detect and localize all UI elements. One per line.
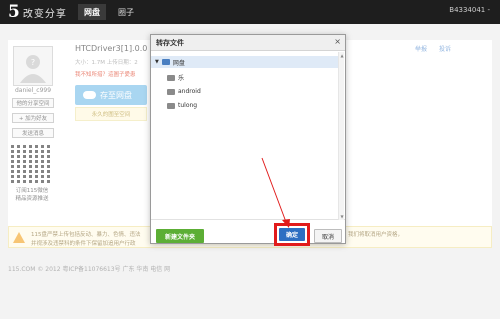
cancel-button[interactable]: 取消: [314, 229, 342, 243]
user-menu[interactable]: B4334041 -: [449, 6, 490, 14]
tree-folder-item[interactable]: tulong: [167, 100, 197, 111]
tree-root-netdisk[interactable]: ▼ 网盘: [151, 56, 339, 68]
save-file-dialog: 转存文件 × ▼ 网盘 乐 android tulong ▲ ▼ 新建文件夹 确…: [150, 34, 346, 246]
tab-netdisk[interactable]: 网盘: [78, 4, 106, 20]
folder-label: android: [178, 88, 201, 95]
close-icon[interactable]: ×: [334, 37, 341, 46]
top-nav-bar: 5 改变分享 网盘 圈子 B4334041 -: [0, 0, 500, 24]
scrollbar[interactable]: ▲ ▼: [338, 52, 344, 220]
folder-label: tulong: [178, 102, 198, 109]
confirm-button[interactable]: 确定: [279, 228, 305, 241]
folder-icon: [161, 59, 170, 65]
folder-label: 乐: [178, 75, 185, 82]
collapse-triangle-icon[interactable]: ▼: [155, 59, 159, 65]
folder-icon: [167, 102, 175, 109]
dialog-header: 转存文件 ×: [151, 35, 345, 51]
tree-folder-item[interactable]: 乐: [167, 72, 184, 83]
dialog-title: 转存文件: [156, 39, 184, 47]
tab-circle[interactable]: 圈子: [112, 4, 140, 20]
highlight-box: 确定: [274, 223, 310, 246]
tree-folder-item[interactable]: android: [167, 86, 201, 97]
folder-icon: [167, 88, 175, 95]
scroll-up-icon[interactable]: ▲: [339, 52, 345, 59]
tree-root-label: 网盘: [172, 59, 185, 67]
scroll-down-icon[interactable]: ▼: [339, 213, 345, 220]
new-folder-button[interactable]: 新建文件夹: [156, 229, 204, 243]
logo-mark: 5: [8, 2, 20, 22]
logo[interactable]: 5 改变分享: [8, 2, 67, 22]
logo-text: 改变分享: [22, 8, 67, 20]
folder-tree: ▼ 网盘 乐 android tulong: [151, 52, 345, 220]
folder-icon: [167, 74, 175, 81]
